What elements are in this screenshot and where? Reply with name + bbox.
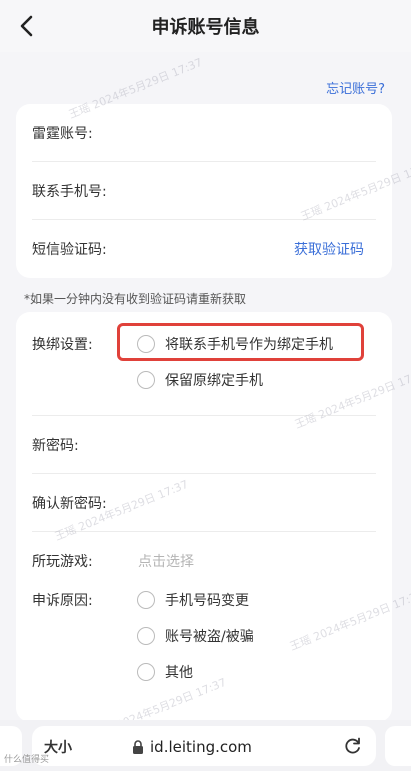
lock-icon — [132, 739, 144, 758]
game-row[interactable]: 所玩游戏: 点击选择 — [16, 532, 392, 590]
rebind-option-keep-original[interactable]: 保留原绑定手机 — [137, 370, 333, 390]
address-bar[interactable]: 大小 id.leiting.com — [32, 726, 376, 766]
reason-option-label: 其他 — [165, 665, 193, 681]
hint-text: *如果一分钟内没有收到验证码请重新获取 — [24, 292, 247, 306]
reason-option-label: 手机号码变更 — [165, 593, 249, 609]
radio-circle-icon[interactable] — [137, 371, 155, 389]
reason-label: 申诉原因: — [32, 593, 93, 609]
radio-circle-icon[interactable] — [137, 663, 155, 681]
next-tab-edge[interactable] — [385, 726, 411, 766]
new-password-label: 新密码: — [32, 438, 79, 454]
browser-toolbar: 大小 id.leiting.com — [0, 720, 411, 771]
reason-option-label: 账号被盗/被骗 — [165, 629, 254, 645]
back-arrow-icon[interactable] — [12, 12, 40, 40]
header-bar: 申诉账号信息 — [0, 0, 411, 52]
url-text: id.leiting.com — [150, 738, 252, 756]
page-title: 申诉账号信息 — [151, 17, 260, 38]
game-select-placeholder[interactable]: 点击选择 — [138, 551, 194, 571]
new-password-row[interactable]: 新密码: — [16, 416, 392, 474]
forgot-account-link[interactable]: 忘记账号? — [326, 78, 385, 97]
reason-option-phone-changed[interactable]: 手机号码变更 — [137, 590, 254, 610]
account-label: 雷霆账号: — [32, 126, 93, 142]
highlight-box — [117, 323, 364, 361]
contact-phone-label: 联系手机号: — [32, 184, 107, 200]
corner-watermark: 什么值得买 — [4, 755, 50, 765]
refresh-icon[interactable] — [342, 735, 364, 757]
radio-circle-icon[interactable] — [137, 591, 155, 609]
rebind-option-label: 保留原绑定手机 — [165, 373, 263, 389]
reason-option-stolen[interactable]: 账号被盗/被骗 — [137, 626, 254, 646]
sms-code-label: 短信验证码: — [32, 242, 107, 258]
game-label: 所玩游戏: — [32, 554, 93, 570]
get-code-button[interactable]: 获取验证码 — [294, 239, 364, 259]
reason-option-other[interactable]: 其他 — [137, 662, 254, 682]
sms-code-row[interactable]: 短信验证码: 获取验证码 — [16, 220, 392, 278]
settings-card: 换绑设置: 将联系手机号作为绑定手机 保留原绑定手机 新密码: 确认新密码: 所… — [16, 312, 392, 722]
radio-circle-icon[interactable] — [137, 627, 155, 645]
account-card: 雷霆账号: 联系手机号: 短信验证码: 获取验证码 — [16, 104, 392, 278]
